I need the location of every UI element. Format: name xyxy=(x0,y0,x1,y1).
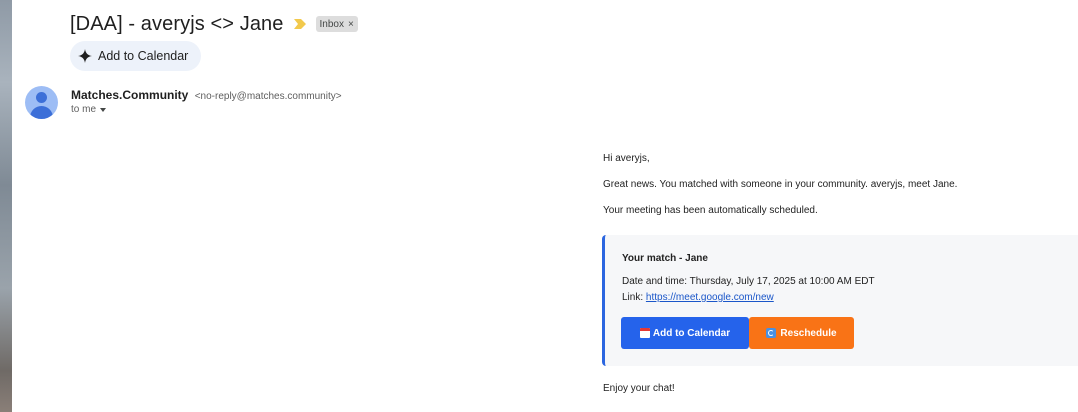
add-to-calendar-button[interactable]: Add to Calendar xyxy=(621,317,749,349)
avatar-head-shape xyxy=(36,92,47,103)
sender-name[interactable]: Matches.Community xyxy=(71,88,188,102)
scheduled-text: Your meeting has been automatically sche… xyxy=(603,205,818,216)
match-announcement-text: Great news. You matched with someone in … xyxy=(603,179,958,190)
remove-label-icon[interactable]: × xyxy=(348,19,354,30)
reschedule-button[interactable]: Reschedule xyxy=(749,317,854,349)
repeat-emoji-icon xyxy=(766,328,777,338)
inbox-label-chip: Inbox × xyxy=(315,16,358,32)
match-card: Your match - Jane Date and time: Thursda… xyxy=(602,235,1078,366)
recipient-details-toggle[interactable]: to me xyxy=(71,104,107,115)
email-subject: [DAA] - averyjs <> Jane xyxy=(70,12,284,35)
email-view: [DAA] - averyjs <> Jane Inbox × Add to C… xyxy=(0,0,1078,412)
background-wallpaper xyxy=(0,0,12,412)
sender-email: <no-reply@matches.community> xyxy=(194,91,342,102)
sender-line: Matches.Community <no-reply@matches.comm… xyxy=(71,88,342,102)
meeting-datetime: Date and time: Thursday, July 17, 2025 a… xyxy=(622,276,875,287)
meeting-link-line: Link: https://meet.google.com/new xyxy=(622,292,774,303)
datetime-value: Thursday, July 17, 2025 at 10:00 AM EDT xyxy=(689,276,875,287)
avatar-body-shape xyxy=(30,106,53,119)
chevron-down-icon xyxy=(100,107,107,112)
meeting-link[interactable]: https://meet.google.com/new xyxy=(646,292,774,303)
reschedule-button-label: Reschedule xyxy=(780,327,837,339)
subject-row: [DAA] - averyjs <> Jane Inbox × xyxy=(70,11,358,37)
match-card-title: Your match - Jane xyxy=(622,253,708,264)
link-label: Link: xyxy=(622,292,644,303)
add-to-calendar-chip-label: Add to Calendar xyxy=(98,49,189,63)
inbox-label-text: Inbox xyxy=(319,18,344,30)
closing-text: Enjoy your chat! xyxy=(603,383,675,394)
importance-marker-icon[interactable] xyxy=(293,19,306,29)
greeting-text: Hi averyjs, xyxy=(603,153,650,164)
sender-avatar[interactable] xyxy=(25,86,58,119)
add-to-calendar-chip[interactable]: Add to Calendar xyxy=(70,41,202,71)
datetime-label: Date and time: xyxy=(622,276,688,287)
recipient-text: to me xyxy=(71,104,97,115)
add-to-calendar-button-label: Add to Calendar xyxy=(652,327,731,339)
sparkle-icon xyxy=(78,49,92,63)
calendar-emoji-icon xyxy=(639,328,650,338)
